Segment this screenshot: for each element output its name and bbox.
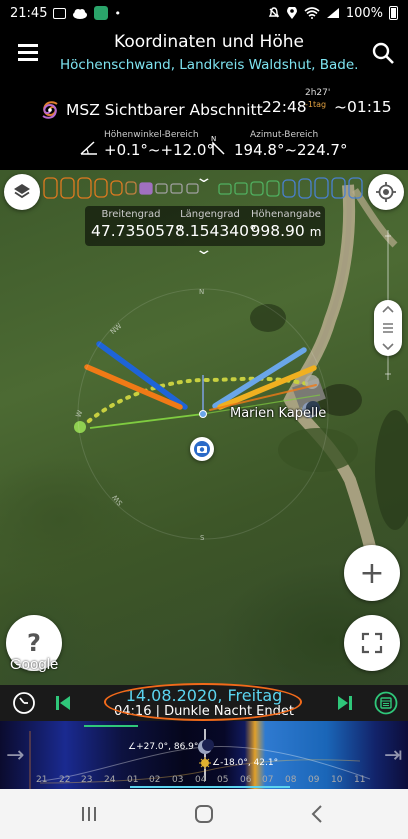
location-subtitle[interactable]: Höchenschwand, Landkreis Waldshut, Bade.…: [60, 57, 358, 73]
svg-text:N: N: [211, 135, 216, 143]
latitude-value: 47.735057°: [91, 222, 183, 240]
hour-label: 23: [81, 775, 93, 785]
collapse-chevron-icon[interactable]: ⌄: [194, 242, 213, 258]
home-icon[interactable]: [194, 804, 214, 824]
zoom-slider-icon: [382, 305, 394, 351]
hour-label: 03: [172, 775, 184, 785]
cloud-notification-icon: [73, 8, 88, 19]
elevation-angle-icon: [80, 141, 97, 155]
hour-label: 08: [285, 775, 297, 785]
hour-label: 01: [127, 775, 139, 785]
longitude-value: 8.154340°: [175, 222, 257, 240]
wifi-icon: [304, 7, 320, 19]
location-icon: [286, 6, 297, 19]
skip-forward-icon[interactable]: [336, 694, 354, 712]
fullscreen-button[interactable]: [344, 615, 400, 671]
hour-label: 09: [308, 775, 320, 785]
altitude-value: 998.90: [250, 222, 305, 240]
expand-up-chevron-icon[interactable]: ⌄: [194, 170, 213, 186]
event-end-time: ~01:15: [334, 98, 392, 116]
event-duration: 2h27': [305, 88, 331, 98]
hour-label: 10: [331, 775, 343, 785]
moon-position-annotation: ∠+27.0°, 86.9°: [128, 742, 199, 752]
battery-icon: [389, 6, 398, 20]
hour-label: 22: [59, 775, 71, 785]
back-icon[interactable]: [310, 804, 324, 824]
date-highlight-annotation: [104, 683, 302, 721]
layers-icon: [14, 184, 30, 199]
compass-n-label: N: [199, 288, 205, 296]
camera-marker[interactable]: [190, 437, 214, 461]
my-location-button[interactable]: [368, 174, 404, 210]
altitude-value-row: 998.90 m: [249, 222, 323, 240]
status-time: 21:45: [10, 5, 48, 21]
latitude-col: Breitengrad 47.735057°: [91, 209, 183, 240]
hour-label: 11: [354, 775, 366, 785]
altitude-col: Höhenangabe 998.90 m: [249, 209, 323, 240]
azimuth-range-value: 194.8°~224.7°: [234, 141, 348, 159]
system-nav-bar: [0, 789, 408, 839]
recents-icon[interactable]: [80, 806, 98, 822]
longitude-label: Längengrad: [180, 209, 240, 220]
azimuth-range-label: Azimut-Bereich: [250, 130, 319, 140]
signal-icon: [326, 8, 339, 18]
menu-icon[interactable]: [18, 44, 38, 61]
event-day-offset: -1tag: [305, 100, 327, 109]
add-button[interactable]: +: [344, 545, 400, 601]
latitude-label: Breitengrad: [101, 209, 161, 220]
coordinates-box: Breitengrad 47.735057° Längengrad 8.1543…: [85, 206, 325, 246]
page-title: Koordinaten und Höhe: [114, 32, 304, 52]
event-info-panel[interactable]: MSZ Sichtbarer Abschnitt 22:48 2h27' -1t…: [0, 84, 408, 170]
longitude-col: Längengrad 8.154340°: [175, 209, 257, 240]
skip-back-icon[interactable]: [54, 694, 72, 712]
sun-position-annotation: ∠-18.0°, 42.1°: [212, 758, 279, 768]
altitude-label: Höhenangabe: [251, 209, 321, 220]
mute-icon: [268, 7, 279, 18]
layers-button[interactable]: [4, 174, 40, 210]
event-name: MSZ Sichtbarer Abschnitt: [66, 101, 263, 119]
elevation-range-label: Höhenwinkel-Bereich: [104, 130, 199, 140]
hour-label: 24: [104, 775, 116, 785]
gallery-notification-icon: [53, 7, 67, 19]
hour-label: 04: [195, 775, 207, 785]
zoom-slider[interactable]: [374, 300, 402, 356]
timeline-right-arrow-icon[interactable]: ⇥: [384, 743, 402, 768]
app-header: Koordinaten und Höhe Höchenschwand, Land…: [0, 26, 408, 84]
compass-s-label: S: [200, 534, 205, 542]
hour-label: 07: [262, 775, 274, 785]
clock-icon[interactable]: [12, 691, 36, 715]
fullscreen-icon: [361, 632, 383, 654]
hour-label: 21: [36, 775, 48, 785]
hour-label: 02: [149, 775, 161, 785]
battery-percent: 100%: [345, 5, 383, 21]
more-notifications-icon: •: [114, 6, 121, 20]
calendar-icon[interactable]: [374, 691, 398, 715]
plus-icon: +: [359, 555, 385, 591]
satellite-map[interactable]: N NW W SW S ⌄ Breitengrad 47.735057° Län…: [0, 170, 408, 685]
hour-label: 06: [240, 775, 252, 785]
search-icon[interactable]: [372, 42, 394, 64]
milky-way-icon: [42, 101, 58, 119]
altitude-unit: m: [309, 225, 322, 239]
time-scrubber[interactable]: → ⇥ ∠+27.0°, 86.9° ∠-18.0°, 42.1° 21 22 …: [0, 721, 408, 789]
app-notification-icon: [94, 6, 109, 20]
camera-marker-icon: [194, 441, 210, 457]
my-location-icon: [376, 182, 396, 202]
place-label: Marien Kapelle: [230, 406, 327, 421]
timeline-left-arrow-icon[interactable]: →: [6, 743, 24, 768]
elevation-range-value: +0.1°~+12.0°: [104, 141, 214, 159]
help-icon: ?: [27, 629, 41, 657]
event-start-time: 22:48: [262, 98, 307, 116]
google-attribution: Google: [10, 656, 59, 673]
event-title-row: MSZ Sichtbarer Abschnitt: [38, 98, 263, 122]
azimuth-icon: N: [211, 135, 225, 155]
status-bar: 21:45 • 100%: [0, 0, 408, 26]
hour-label: 05: [217, 775, 229, 785]
